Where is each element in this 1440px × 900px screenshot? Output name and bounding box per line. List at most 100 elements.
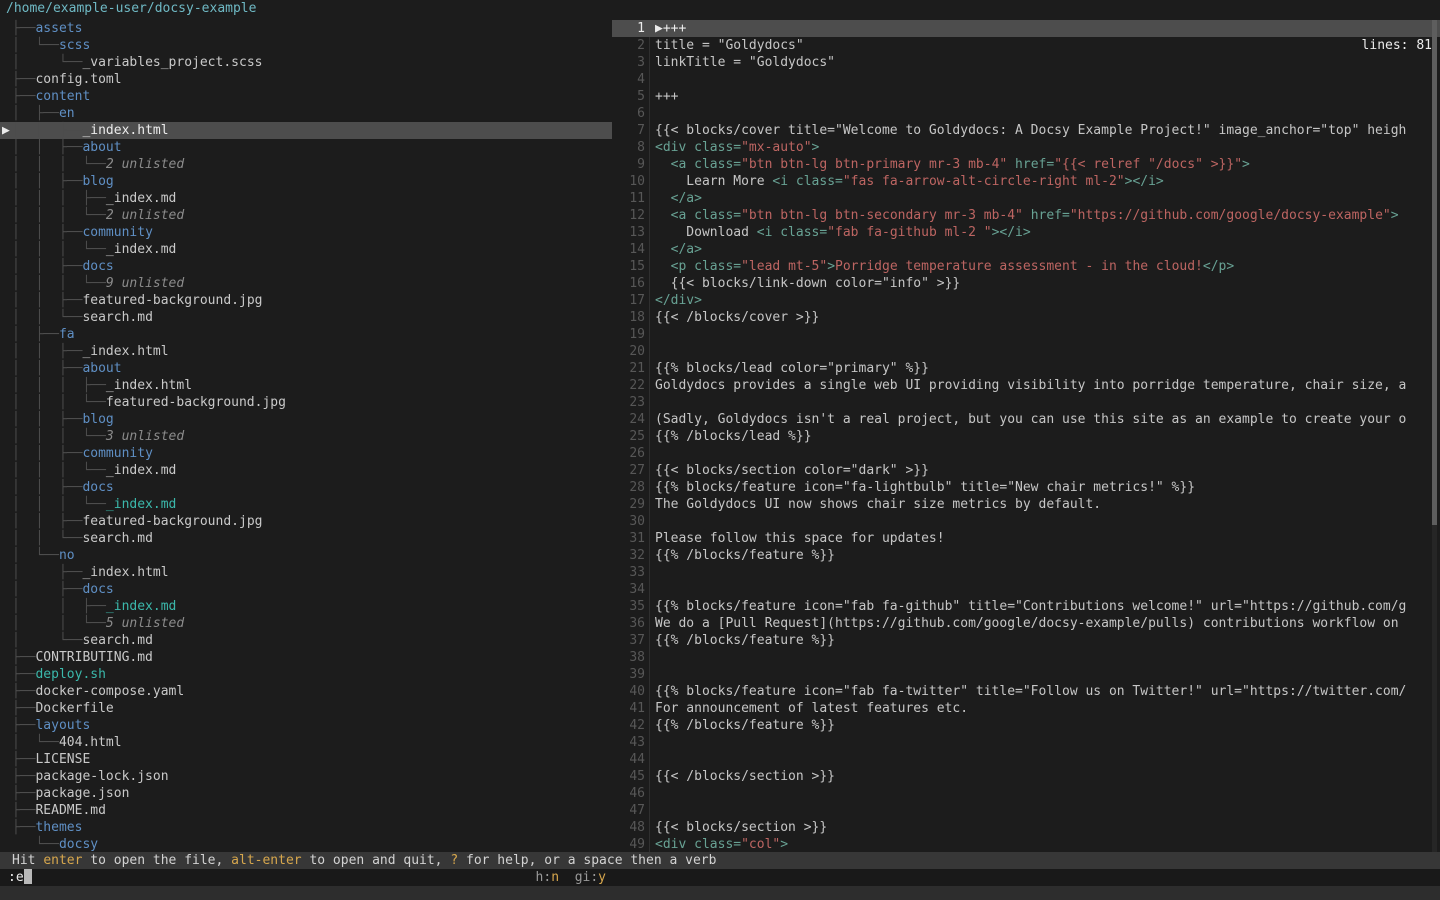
tree-row-package-lock.json[interactable]: ├──package-lock.json [0,768,612,785]
tree-row-no[interactable]: │ └──no [0,547,612,564]
tree-row-CONTRIBUTING.md[interactable]: ├──CONTRIBUTING.md [0,649,612,666]
selection-arrow-icon: ▶ [2,122,10,139]
tree-row-assets[interactable]: ├──assets [0,20,612,37]
code-segment: <i class= [757,225,827,240]
tree-row-README.md[interactable]: ├──README.md [0,802,612,819]
tree-branch-lines: │ │ ├── [12,412,82,427]
tree-row-en[interactable]: │ ├──en [0,105,612,122]
code-segment: Please follow this space for updates! [655,531,945,546]
tree-row-search.md[interactable]: │ │ └──search.md [0,309,612,326]
line-number: 18 [612,309,655,326]
code-line-4: 4 [612,71,1440,88]
tree-row-featured-background.jpg[interactable]: │ │ │ └──featured-background.jpg [0,394,612,411]
tree-row-config.toml[interactable]: ├──config.toml [0,71,612,88]
line-number: 7 [612,122,655,139]
code-segment: > [1391,208,1399,223]
tree-row-package.json[interactable]: ├──package.json [0,785,612,802]
code-line-48: 48{{< blocks/section >}} [612,819,1440,836]
tree-item-label: docs [82,259,113,274]
tree-row-LICENSE[interactable]: ├──LICENSE [0,751,612,768]
code-segment: {{% /blocks/feature %}} [655,633,835,648]
tree-row-_index.html[interactable]: │ ├──_index.html [0,564,612,581]
tree-row-featured-background.jpg[interactable]: │ │ ├──featured-background.jpg [0,513,612,530]
tree-branch-lines: │ └── [12,38,59,53]
code-line-24: 24(Sadly, Goldydocs isn't a real project… [612,411,1440,428]
tree-row-2-unlisted[interactable]: │ │ │ └──2 unlisted [0,207,612,224]
tree-row-deploy.sh[interactable]: ├──deploy.sh [0,666,612,683]
code-segment: Porridge temperature assessment - in the… [835,259,1203,274]
tree-row-docs[interactable]: │ │ ├──docs [0,258,612,275]
tree-row-3-unlisted[interactable]: │ │ │ └──3 unlisted [0,428,612,445]
preview-scrollbar-track[interactable] [1432,20,1437,852]
code-line-27: 27{{< blocks/section color="dark" >}} [612,462,1440,479]
tree-row-layouts[interactable]: ├──layouts [0,717,612,734]
tree-row-404.html[interactable]: │ └──404.html [0,734,612,751]
code-line-28: 28{{% blocks/feature icon="fa-lightbulb"… [612,479,1440,496]
tree-row-blog[interactable]: │ │ ├──blog [0,411,612,428]
line-number: 34 [612,581,655,598]
code-segment: We do a [Pull Request](https://github.co… [655,616,1399,631]
tree-row-search.md[interactable]: │ │ └──search.md [0,530,612,547]
line-number: 30 [612,513,655,530]
hint-key: ? [450,853,458,868]
tree-branch-lines: │ │ │ ├── [12,378,106,393]
code-line-26: 26 [612,445,1440,462]
tree-item-label: README.md [35,803,105,818]
tree-row-9-unlisted[interactable]: │ │ │ └──9 unlisted [0,275,612,292]
tree-row-search.md[interactable]: │ └──search.md [0,632,612,649]
code-segment: <a class= [671,208,741,223]
tree-branch-lines: │ ├── [12,106,59,121]
preview-scrollbar-thumb[interactable] [1432,20,1437,525]
tree-item-label: blog [82,174,113,189]
tree-row-_index.md[interactable]: │ │ │ └──_index.md [0,241,612,258]
code-segment: title = "Goldydocs" [655,38,804,53]
tree-row-5-unlisted[interactable]: │ │ └──5 unlisted [0,615,612,632]
tree-row-docker-compose.yaml[interactable]: ├──docker-compose.yaml [0,683,612,700]
code-segment: "fab fa-github ml-2 " [827,225,991,240]
code-segment: "{{< relref "/docs" >}}" [1054,157,1242,172]
tree-row-_index.md[interactable]: │ │ │ └──_index.md [0,462,612,479]
tree-row-_index.html[interactable]: ▶│ │ ├──_index.html [0,122,612,139]
tree-row-themes[interactable]: ├──themes [0,819,612,836]
tree-item-label: docker-compose.yaml [35,684,184,699]
tree-branch-lines: ├── [12,667,35,682]
tree-row-2-unlisted[interactable]: │ │ │ └──2 unlisted [0,156,612,173]
tree-row-_index.md[interactable]: │ │ │ └──_index.md [0,496,612,513]
tree-row-fa[interactable]: │ ├──fa [0,326,612,343]
tree-row-about[interactable]: │ │ ├──about [0,360,612,377]
tree-row-community[interactable]: │ │ ├──community [0,224,612,241]
tree-row-_index.html[interactable]: │ │ ├──_index.html [0,343,612,360]
tree-row-community[interactable]: │ │ ├──community [0,445,612,462]
tree-row-_index.html[interactable]: │ │ │ ├──_index.html [0,377,612,394]
code-line-16: 16 {{< blocks/link-down color="info" >}} [612,275,1440,292]
tree-row-docs[interactable]: │ │ ├──docs [0,479,612,496]
line-number: 45 [612,768,655,785]
tree-branch-lines: │ │ │ └── [12,497,106,512]
tree-item-label: docsy [59,837,98,852]
tree-row-Dockerfile[interactable]: ├──Dockerfile [0,700,612,717]
tree-row-scss[interactable]: │ └──scss [0,37,612,54]
tree-item-label: featured-background.jpg [82,514,262,529]
code-line-1: 1▶+++ [612,20,1440,37]
tree-row-_index.md[interactable]: │ │ │ ├──_index.md [0,190,612,207]
tree-item-label: search.md [82,531,152,546]
line-number: 15 [612,258,655,275]
tree-row-docsy[interactable]: └──docsy [0,836,612,852]
code-line-41: 41For announcement of latest features et… [612,700,1440,717]
tree-item-label: 404.html [59,735,122,750]
tree-row-content[interactable]: ├──content [0,88,612,105]
code-line-17: 17</div> [612,292,1440,309]
flag-value: n [551,870,559,885]
tree-row-about[interactable]: │ │ ├──about [0,139,612,156]
line-number: 13 [612,224,655,241]
code-segment: <i class= [772,174,842,189]
code-line-23: 23 [612,394,1440,411]
tree-row-featured-background.jpg[interactable]: │ │ ├──featured-background.jpg [0,292,612,309]
tree-row-docs[interactable]: │ ├──docs [0,581,612,598]
code-segment: </div> [655,293,702,308]
tree-row-_index.md[interactable]: │ │ ├──_index.md [0,598,612,615]
tree-row-blog[interactable]: │ │ ├──blog [0,173,612,190]
tree-item-label: _index.md [106,463,176,478]
tree-row-_variables_project.scss[interactable]: │ └──_variables_project.scss [0,54,612,71]
line-number: 35 [612,598,655,615]
